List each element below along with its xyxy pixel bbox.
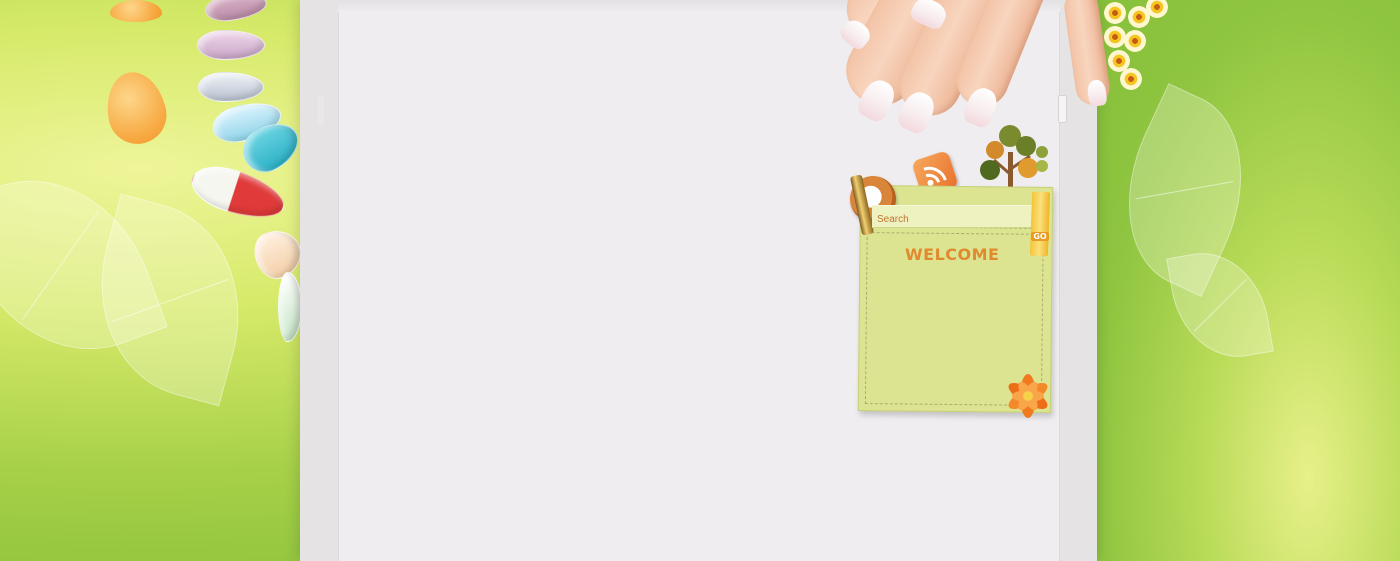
- go-tag: [1029, 191, 1051, 257]
- petal-decoration: [110, 0, 162, 22]
- welcome-heading: WELCOME: [905, 245, 1000, 264]
- left-handle: [318, 95, 324, 125]
- petal-decoration: [100, 66, 172, 150]
- right-handle: [1058, 95, 1067, 123]
- go-button[interactable]: GO: [1031, 232, 1049, 241]
- search-input[interactable]: [872, 205, 1034, 228]
- orange-flower-icon: [1008, 374, 1048, 418]
